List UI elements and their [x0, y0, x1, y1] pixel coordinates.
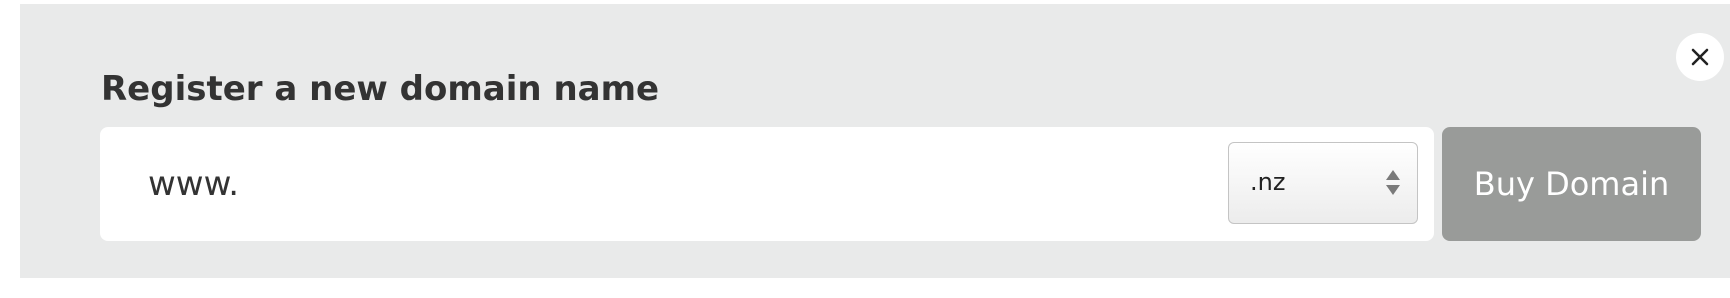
register-domain-panel: Register a new domain name .nz Buy Domai…: [20, 4, 1730, 278]
register-domain-heading: Register a new domain name: [101, 69, 660, 109]
buy-domain-button[interactable]: Buy Domain: [1442, 127, 1701, 241]
domain-input-group: .nz: [100, 127, 1434, 241]
close-button[interactable]: [1676, 33, 1724, 81]
domain-name-input[interactable]: [148, 151, 1198, 217]
tld-selected-value: .nz: [1250, 168, 1286, 196]
tld-select[interactable]: .nz: [1228, 142, 1418, 224]
close-icon: [1690, 47, 1710, 67]
select-arrows-icon: [1386, 170, 1400, 201]
